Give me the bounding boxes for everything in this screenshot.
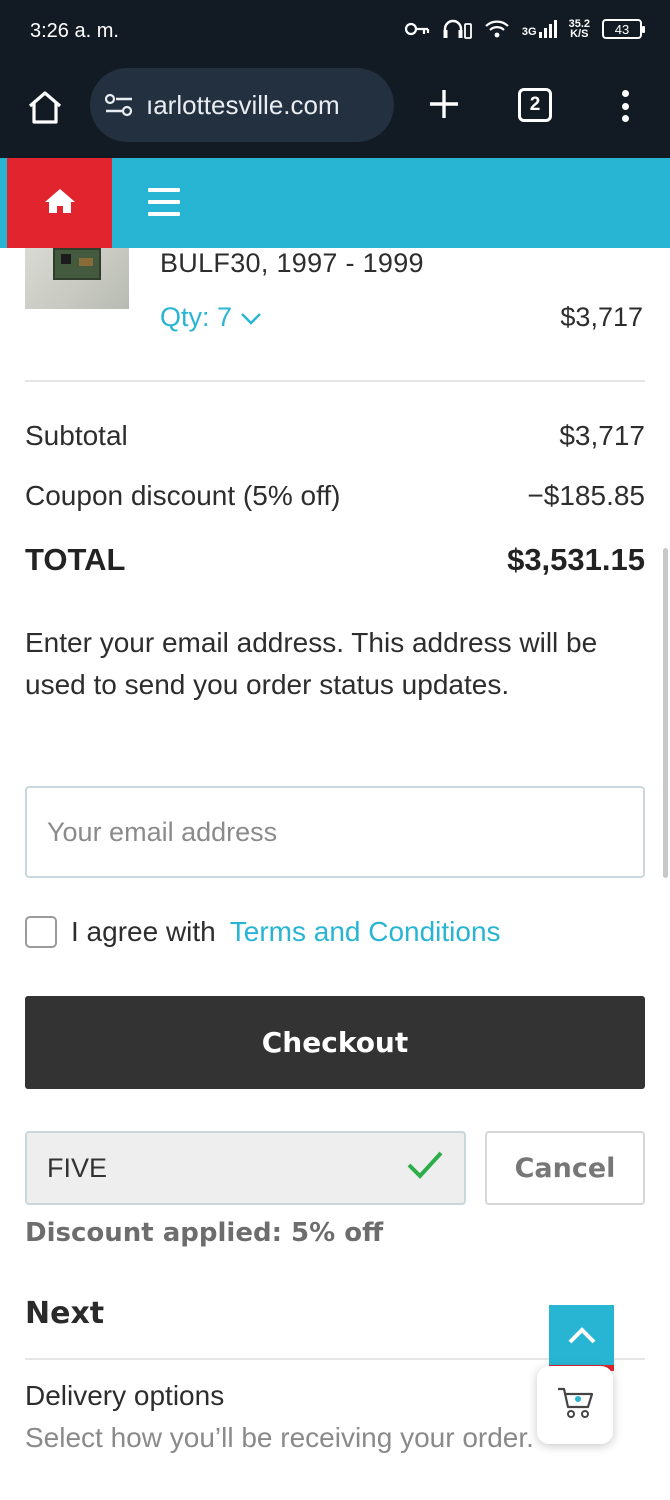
- home-icon: [26, 89, 64, 129]
- home-icon: [44, 187, 76, 219]
- discount-row: Coupon discount (5% off) −$185.85: [25, 480, 645, 512]
- scroll-to-top-button[interactable]: [549, 1305, 614, 1371]
- total-value: $3,531.15: [507, 542, 645, 577]
- key-icon: [404, 21, 430, 37]
- url-text[interactable]: ıarlottesville.com: [146, 90, 340, 121]
- signal-icon: 3G: [522, 20, 557, 38]
- cancel-coupon-button[interactable]: Cancel: [485, 1131, 645, 1205]
- checkout-button[interactable]: Checkout: [25, 996, 645, 1089]
- subtotal-label: Subtotal: [25, 420, 128, 451]
- total-row: TOTAL $3,531.15: [25, 542, 645, 578]
- cart-button[interactable]: [537, 1366, 613, 1444]
- page-scrollbar[interactable]: [663, 548, 668, 878]
- battery-icon: 43: [602, 19, 645, 39]
- site-home-button[interactable]: [7, 158, 112, 248]
- status-bar: 3:26 a. m. 3G 35.2 K/S 43: [0, 0, 670, 66]
- subtotal-row: Subtotal $3,717: [25, 420, 645, 452]
- tabs-button[interactable]: 2: [518, 88, 552, 122]
- site-settings-icon[interactable]: [104, 92, 134, 122]
- email-field[interactable]: [25, 786, 645, 878]
- discount-applied-message: Discount applied: 5% off: [25, 1218, 384, 1248]
- status-time: 3:26 a. m.: [30, 20, 119, 42]
- browser-home-button[interactable]: [22, 86, 68, 132]
- quantity-selector[interactable]: Qty: 7: [160, 302, 262, 333]
- next-heading: Next: [25, 1296, 105, 1331]
- more-icon[interactable]: [612, 86, 638, 126]
- terms-link[interactable]: Terms and Conditions: [230, 916, 501, 948]
- hamburger-icon[interactable]: [148, 188, 180, 216]
- chevron-up-icon: [567, 1327, 597, 1349]
- delivery-options-title[interactable]: Delivery options: [25, 1380, 224, 1412]
- product-name[interactable]: BULF30, 1997 - 1999: [160, 248, 424, 279]
- address-bar[interactable]: ıarlottesville.com: [90, 68, 394, 142]
- terms-agreement: I agree with Terms and Conditions: [25, 916, 501, 948]
- site-header: [0, 158, 670, 248]
- agree-text: I agree with: [71, 916, 216, 947]
- plus-icon: [427, 87, 461, 125]
- discount-value: −$185.85: [527, 480, 645, 511]
- delivery-options-subtitle: Select how you’ll be receiving your orde…: [25, 1422, 534, 1453]
- cart-icon: [556, 1385, 594, 1425]
- chevron-down-icon: [240, 302, 262, 333]
- headset-icon: [442, 18, 472, 40]
- subtotal-value: $3,717: [559, 420, 645, 451]
- item-price: $3,717: [560, 302, 643, 332]
- email-instructions: Enter your email address. This address w…: [25, 627, 598, 700]
- discount-label: Coupon discount (5% off): [25, 480, 341, 511]
- coupon-code: FIVE: [47, 1152, 108, 1183]
- coupon-field[interactable]: FIVE: [25, 1131, 466, 1205]
- browser-toolbar: ıarlottesville.com 2: [0, 66, 670, 158]
- tabs-icon: 2: [529, 94, 541, 115]
- new-tab-button[interactable]: [422, 84, 466, 128]
- total-label: TOTAL: [25, 542, 126, 577]
- terms-checkbox[interactable]: [25, 916, 57, 948]
- product-thumbnail[interactable]: [25, 248, 129, 309]
- wifi-icon: [484, 19, 510, 39]
- divider: [25, 380, 645, 382]
- network-speed: 35.2 K/S: [568, 18, 590, 40]
- check-icon: [406, 1150, 444, 1187]
- status-icons: 3G 35.2 K/S 43: [404, 18, 645, 40]
